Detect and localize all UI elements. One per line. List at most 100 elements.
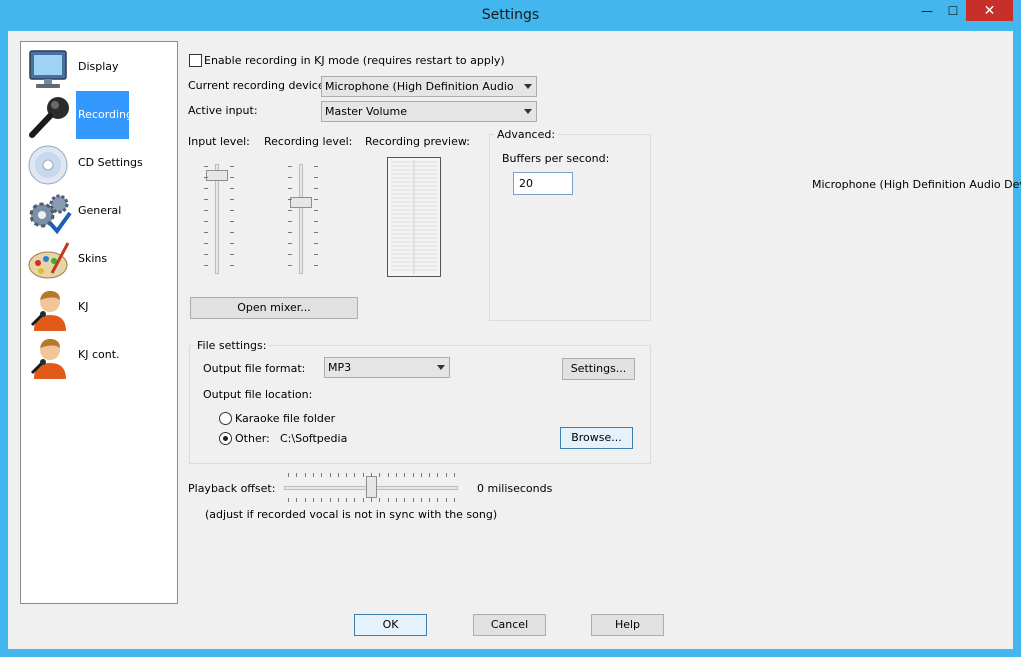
slider-tick — [314, 265, 318, 266]
slider-tick — [230, 232, 234, 233]
slider-tick — [314, 199, 318, 200]
slider-tick — [230, 221, 234, 222]
sidebar-item-cd-settings[interactable]: CD Settings — [23, 140, 173, 188]
slider-tick — [330, 498, 331, 502]
slider-tick — [288, 473, 289, 477]
maximize-button[interactable]: ☐ — [940, 0, 966, 21]
slider-tick — [204, 166, 208, 167]
karaoke-folder-label: Karaoke file folder — [235, 412, 336, 425]
slider-tick — [396, 473, 397, 477]
chevron-down-icon — [437, 365, 445, 370]
singer-icon — [30, 290, 66, 331]
sidebar-item-kj-cont[interactable]: KJ cont. — [23, 332, 173, 380]
buffers-per-second-input[interactable]: 20 — [513, 172, 573, 195]
playback-offset-thumb[interactable] — [366, 476, 377, 498]
slider-tick — [454, 498, 455, 502]
sidebar-item-label: Skins — [78, 252, 108, 265]
kj-mode-checkbox[interactable] — [189, 54, 202, 67]
active-input-select[interactable]: Master Volume — [321, 101, 537, 122]
sidebar-item-display[interactable]: Display — [23, 44, 173, 92]
sidebar-item-label: General — [78, 204, 122, 217]
playback-offset-value: 0 miliseconds — [477, 482, 553, 495]
output-format-select[interactable]: MP3 — [324, 357, 450, 378]
microphone-icon — [29, 97, 69, 138]
close-button[interactable]: ✕ — [966, 0, 1013, 21]
slider-tick — [413, 473, 414, 477]
recording-device-select[interactable]: Microphone (High Definition Audio Device… — [321, 76, 537, 97]
sidebar-item-label: KJ cont. — [78, 348, 120, 361]
cd-icon — [28, 145, 68, 185]
title-bar[interactable]: Settings — ☐ ✕ — [0, 0, 1021, 31]
format-settings-button[interactable]: Settings... — [562, 358, 635, 380]
slider-tick — [288, 177, 292, 178]
slider-tick — [371, 498, 372, 502]
slider-tick — [204, 177, 208, 178]
sidebar-item-kj[interactable]: KJ — [23, 284, 173, 332]
slider-tick — [314, 254, 318, 255]
other-location-radio[interactable] — [219, 432, 232, 445]
recording-device-readout: Microphone (High Definition Audio Devic — [812, 178, 1021, 191]
sidebar-item-skins[interactable]: Skins — [23, 236, 173, 284]
file-settings-group-label: File settings: — [194, 339, 270, 352]
help-button[interactable]: Help — [591, 614, 664, 636]
slider-tick — [446, 498, 447, 502]
ok-button[interactable]: OK — [354, 614, 427, 636]
slider-tick — [204, 188, 208, 189]
minimize-button[interactable]: — — [914, 0, 940, 21]
karaoke-folder-radio[interactable] — [219, 412, 232, 425]
window-title: Settings — [481, 7, 540, 23]
recording-preview-label: Recording preview: — [365, 135, 470, 148]
slider-tick — [314, 188, 318, 189]
slider-tick — [314, 177, 318, 178]
slider-tick — [454, 473, 455, 477]
sidebar-item-label: Display — [78, 60, 119, 73]
slider-tick — [429, 498, 430, 502]
slider-tick — [404, 473, 405, 477]
playback-offset-label: Playback offset: — [188, 482, 276, 495]
slider-tick — [288, 188, 292, 189]
buffers-per-second-label: Buffers per second: — [502, 152, 610, 165]
slider-tick — [379, 498, 380, 502]
slider-tick — [204, 210, 208, 211]
slider-tick — [230, 265, 234, 266]
slider-tick — [338, 473, 339, 477]
recording-level-thumb[interactable] — [290, 197, 312, 208]
cancel-button[interactable]: Cancel — [473, 614, 546, 636]
input-level-slider[interactable] — [202, 162, 236, 277]
slider-tick — [314, 166, 318, 167]
sidebar-item-recording[interactable]: Recording — [23, 91, 173, 140]
slider-tick — [313, 473, 314, 477]
slider-tick — [230, 210, 234, 211]
slider-tick — [204, 243, 208, 244]
slider-tick — [338, 498, 339, 502]
slider-tick — [314, 232, 318, 233]
slider-tick — [346, 473, 347, 477]
slider-tick — [288, 498, 289, 502]
settings-window: Settings — ☐ ✕ Display Recording CD Sett… — [0, 0, 1021, 657]
slider-tick — [204, 221, 208, 222]
input-level-thumb[interactable] — [206, 170, 228, 181]
slider-tick — [446, 473, 447, 477]
dialog-client-area: Display Recording CD Settings General Sk… — [8, 31, 1021, 649]
browse-button[interactable]: Browse... — [560, 427, 633, 449]
slider-tick — [388, 498, 389, 502]
playback-offset-slider[interactable] — [284, 473, 458, 503]
slider-tick — [288, 199, 292, 200]
recording-level-slider[interactable] — [286, 162, 320, 277]
recording-preview-meter — [387, 157, 441, 277]
slider-tick — [379, 473, 380, 477]
slider-tick — [437, 473, 438, 477]
slider-tick — [413, 498, 414, 502]
kj-mode-label: Enable recording in KJ mode (requires re… — [204, 54, 505, 67]
slider-tick — [288, 210, 292, 211]
palette-icon — [28, 242, 70, 279]
chevron-down-icon — [524, 109, 532, 114]
slider-tick — [429, 473, 430, 477]
open-mixer-button[interactable]: Open mixer... — [190, 297, 358, 319]
slider-tick — [204, 199, 208, 200]
slider-tick — [371, 473, 372, 477]
output-format-label: Output file format: — [203, 362, 306, 375]
slider-tick — [230, 243, 234, 244]
sidebar-item-general[interactable]: General — [23, 188, 173, 236]
active-input-label: Active input: — [188, 104, 258, 117]
